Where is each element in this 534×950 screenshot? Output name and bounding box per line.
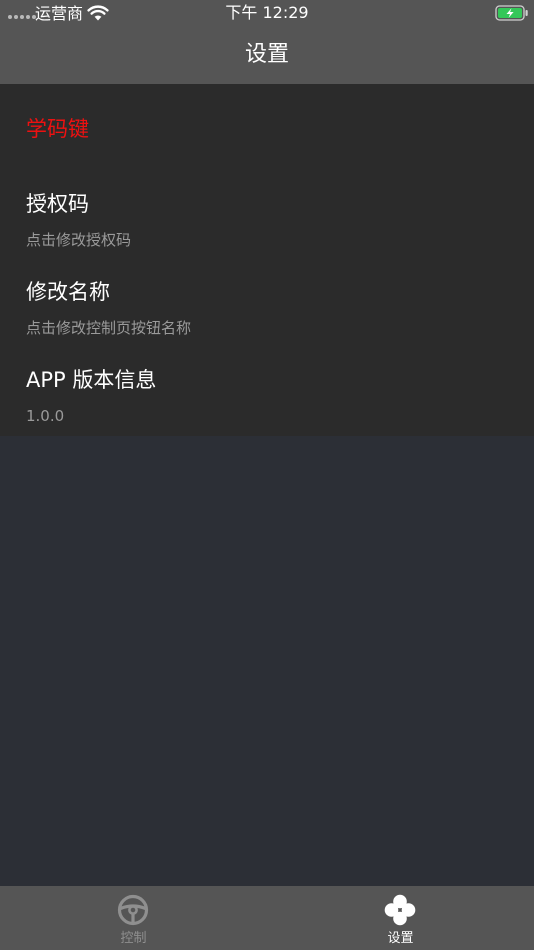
battery-charging-icon bbox=[495, 5, 528, 21]
learn-key-button[interactable]: 学码键 bbox=[26, 114, 89, 144]
settings-list: 学码键 授权码 点击修改授权码 修改名称 点击修改控制页按钮名称 APP 版本信… bbox=[0, 84, 534, 436]
top-bar: 运营商 下午 12:29 设置 bbox=[0, 0, 534, 84]
setting-title: APP 版本信息 bbox=[26, 368, 157, 392]
status-time: 下午 12:29 bbox=[225, 3, 309, 22]
app-version-item[interactable]: APP 版本信息 1.0.0 bbox=[0, 365, 534, 445]
setting-subtitle: 点击修改控制页按钮名称 bbox=[26, 319, 192, 337]
tab-bar: 控制 设置 bbox=[0, 886, 534, 950]
setting-title: 授权码 bbox=[26, 192, 89, 216]
tab-control[interactable]: 控制 bbox=[0, 886, 267, 950]
tab-settings[interactable]: 设置 bbox=[267, 886, 534, 950]
tab-label: 设置 bbox=[387, 931, 414, 946]
page-title: 设置 bbox=[244, 42, 289, 67]
rename-item[interactable]: 修改名称 点击修改控制页按钮名称 bbox=[0, 277, 534, 357]
setting-title: 修改名称 bbox=[26, 280, 110, 304]
auth-code-item[interactable]: 授权码 点击修改授权码 bbox=[0, 189, 534, 269]
four-circles-icon bbox=[384, 894, 416, 926]
app-version-value: 1.0.0 bbox=[26, 407, 65, 425]
status-bar: 运营商 下午 12:29 bbox=[0, 0, 534, 28]
setting-subtitle: 点击修改授权码 bbox=[26, 231, 132, 249]
tab-label: 控制 bbox=[120, 931, 147, 946]
steering-wheel-icon bbox=[117, 894, 149, 926]
